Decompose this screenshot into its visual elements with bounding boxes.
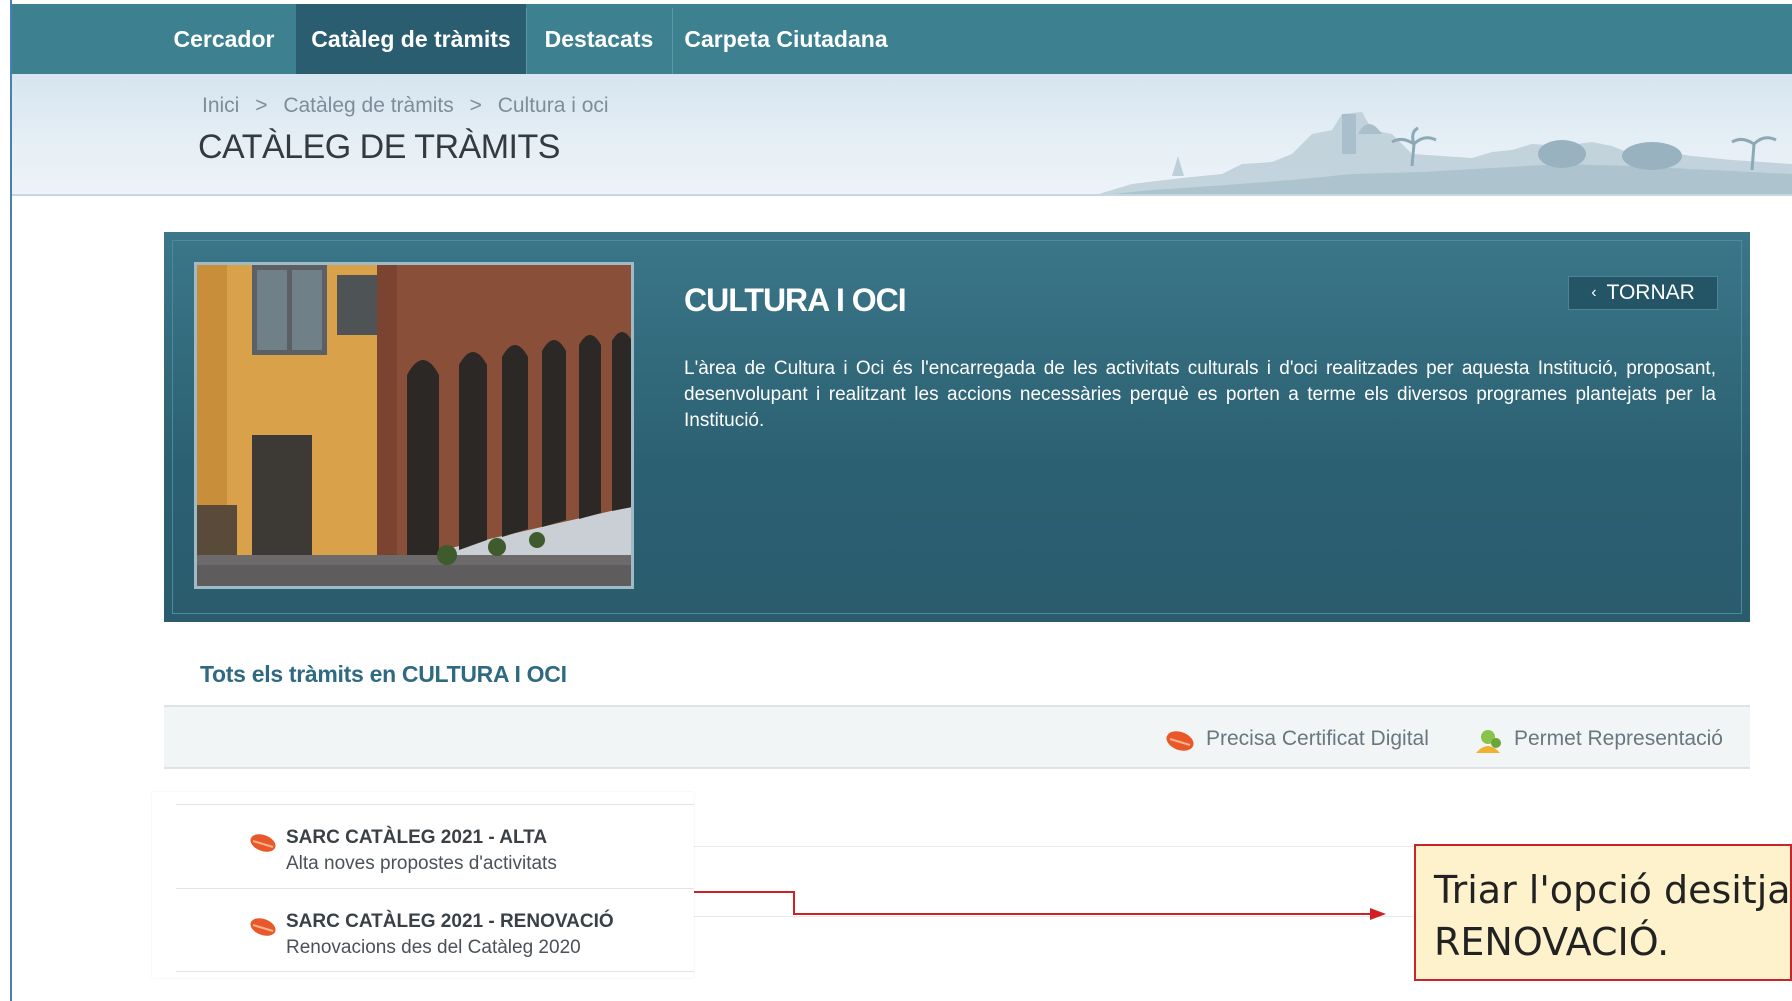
callout-line-2: RENOVACIÓ. (1434, 920, 1670, 964)
callout-text: Triar l'opció desitja RENOVACIÓ. (1434, 864, 1791, 968)
callout-line-1: Triar l'opció desitja (1434, 868, 1791, 912)
instruction-callout: Triar l'opció desitja RENOVACIÓ. (1414, 844, 1792, 981)
